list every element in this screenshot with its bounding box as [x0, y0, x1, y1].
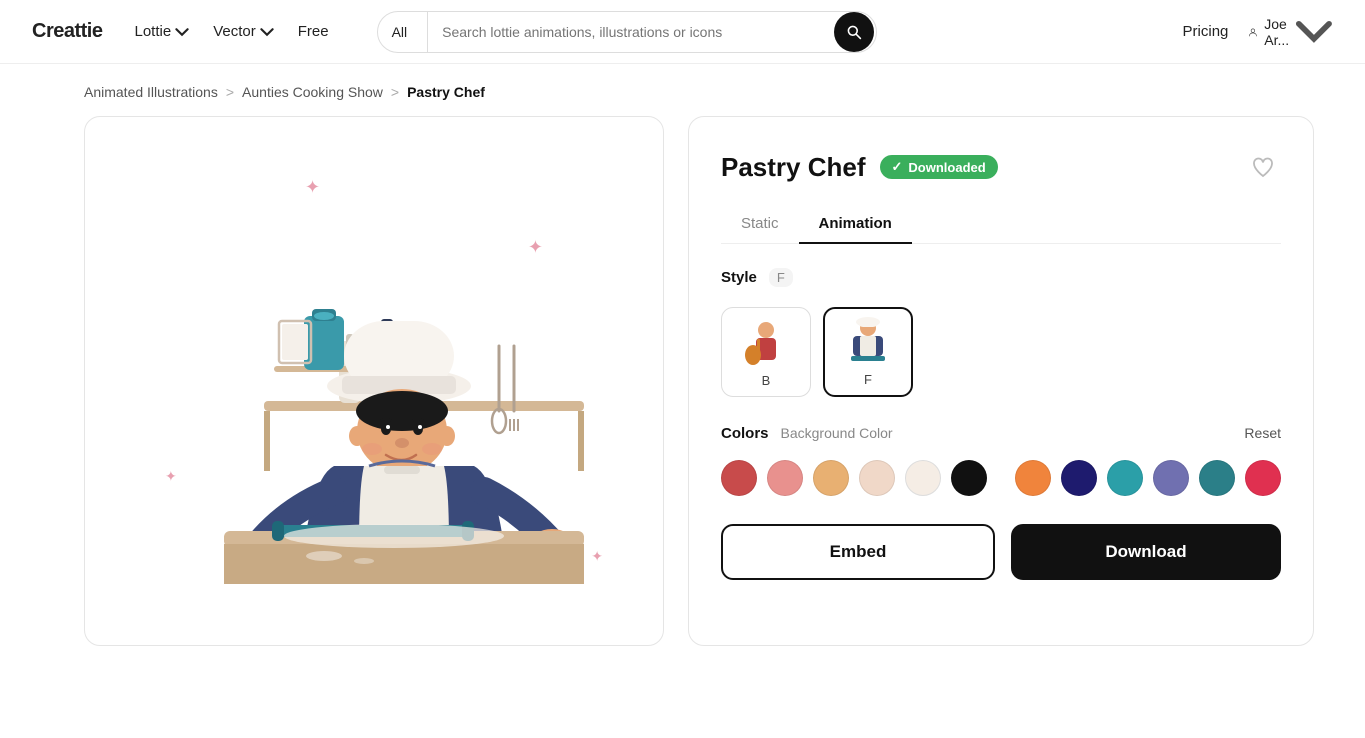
search-category-selector[interactable]: All	[378, 12, 429, 52]
action-buttons: Embed Download	[721, 524, 1281, 580]
color-swatch-6[interactable]	[1015, 460, 1051, 496]
color-swatch-11[interactable]	[1245, 460, 1281, 496]
search-bar: All	[377, 11, 877, 53]
favorite-button[interactable]	[1245, 149, 1281, 185]
embed-button[interactable]: Embed	[721, 524, 995, 580]
main-layout: ✦ ✦ ✦ ✦	[0, 116, 1365, 646]
search-input[interactable]	[428, 12, 833, 52]
breadcrumb-current: Pastry Chef	[407, 84, 485, 100]
tab-static[interactable]: Static	[721, 205, 799, 244]
tab-animation[interactable]: Animation	[799, 205, 912, 244]
lottie-menu[interactable]: Lottie	[134, 23, 189, 40]
style-f-preview	[833, 314, 903, 372]
sparkle-decoration: ✦	[591, 548, 603, 565]
pricing-link[interactable]: Pricing	[1183, 23, 1229, 40]
color-swatch-1[interactable]	[767, 460, 803, 496]
chevron-down-icon	[1295, 20, 1333, 43]
colors-label: Colors	[721, 425, 769, 442]
color-swatch-0[interactable]	[721, 460, 757, 496]
breadcrumb: Animated Illustrations > Aunties Cooking…	[0, 64, 1365, 116]
download-button[interactable]: Download	[1011, 524, 1281, 580]
user-menu[interactable]: Joe Ar...	[1248, 16, 1333, 48]
sparkle-decoration: ✦	[305, 177, 320, 198]
breadcrumb-sep-1: >	[226, 84, 234, 100]
asset-title: Pastry Chef	[721, 152, 866, 183]
vector-menu[interactable]: Vector	[213, 23, 274, 40]
style-cards: B F	[721, 307, 1281, 397]
sparkle-decoration: ✦	[165, 468, 177, 485]
color-swatches	[721, 460, 1281, 496]
heart-icon	[1251, 155, 1275, 179]
color-swatch-3[interactable]	[859, 460, 895, 496]
tabs: Static Animation	[721, 205, 1281, 244]
detail-panel: Pastry Chef Downloaded Static Animation …	[688, 116, 1314, 646]
style-badge: F	[769, 268, 793, 287]
logo[interactable]: Creattie	[32, 20, 102, 43]
color-swatch-9[interactable]	[1153, 460, 1189, 496]
detail-header: Pastry Chef Downloaded	[721, 149, 1281, 185]
breadcrumb-sep-2: >	[391, 84, 399, 100]
chevron-down-icon	[175, 25, 189, 39]
style-card-f[interactable]: F	[823, 307, 913, 397]
style-card-b-label: B	[762, 373, 771, 388]
style-label: Style	[721, 269, 757, 286]
search-icon	[846, 24, 862, 40]
style-b-preview	[731, 315, 801, 373]
style-card-f-label: F	[864, 372, 872, 387]
illustration-area: ✦ ✦ ✦ ✦	[85, 117, 663, 645]
user-icon	[1248, 21, 1258, 43]
nav-right: Pricing Joe Ar...	[1183, 16, 1333, 48]
color-swatch-10[interactable]	[1199, 460, 1235, 496]
reset-button[interactable]: Reset	[1244, 425, 1281, 441]
downloaded-badge: Downloaded	[880, 155, 998, 179]
color-swatch-7[interactable]	[1061, 460, 1097, 496]
style-row: Style F	[721, 268, 1281, 287]
breadcrumb-aunties-cooking-show[interactable]: Aunties Cooking Show	[242, 84, 383, 100]
navbar: Creattie Lottie Vector Free All Pricing …	[0, 0, 1365, 64]
chevron-down-icon	[260, 25, 274, 39]
free-link[interactable]: Free	[298, 23, 329, 40]
pastry-chef-illustration	[144, 171, 604, 591]
search-button[interactable]	[834, 12, 874, 52]
color-swatch-2[interactable]	[813, 460, 849, 496]
style-card-b[interactable]: B	[721, 307, 811, 397]
color-swatch-5[interactable]	[951, 460, 987, 496]
color-swatch-4[interactable]	[905, 460, 941, 496]
colors-row: Colors Background Color Reset	[721, 425, 1281, 442]
title-row: Pastry Chef Downloaded	[721, 152, 998, 183]
preview-panel: ✦ ✦ ✦ ✦	[84, 116, 664, 646]
bg-color-label[interactable]: Background Color	[781, 425, 893, 441]
breadcrumb-animated-illustrations[interactable]: Animated Illustrations	[84, 84, 218, 100]
nav-links: Lottie Vector Free	[134, 23, 328, 40]
sparkle-decoration: ✦	[528, 237, 543, 258]
color-swatch-8[interactable]	[1107, 460, 1143, 496]
